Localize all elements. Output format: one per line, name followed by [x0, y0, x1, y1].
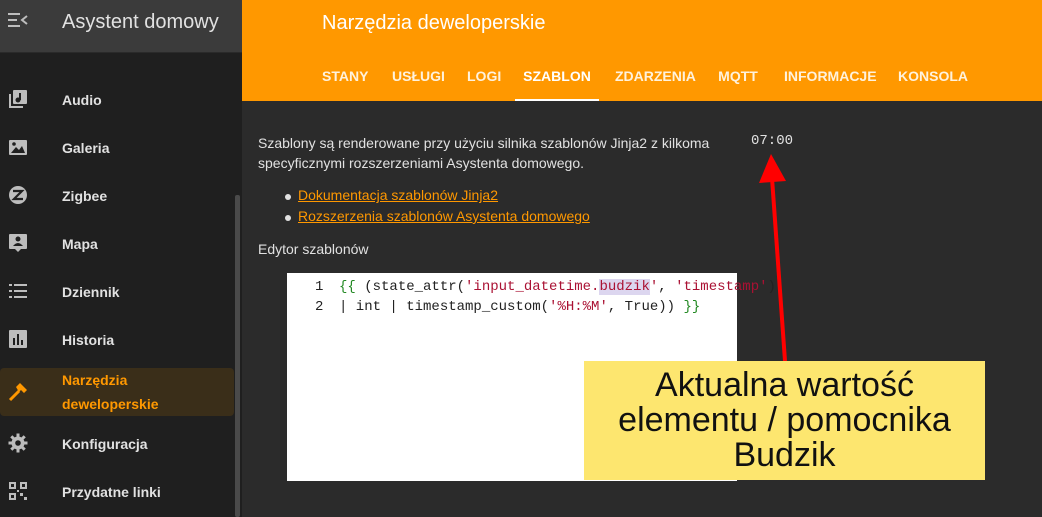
callout-line: Budzik	[733, 436, 836, 474]
app-window: iPhone Audio Galeria Zigbee Mapa	[0, 0, 1042, 517]
callout-line: Aktualna wartość	[655, 366, 914, 404]
annotation-callout: Aktualna wartość elementu / pomocnika Bu…	[584, 361, 985, 480]
callout-line: elementu / pomocnika	[618, 401, 951, 439]
